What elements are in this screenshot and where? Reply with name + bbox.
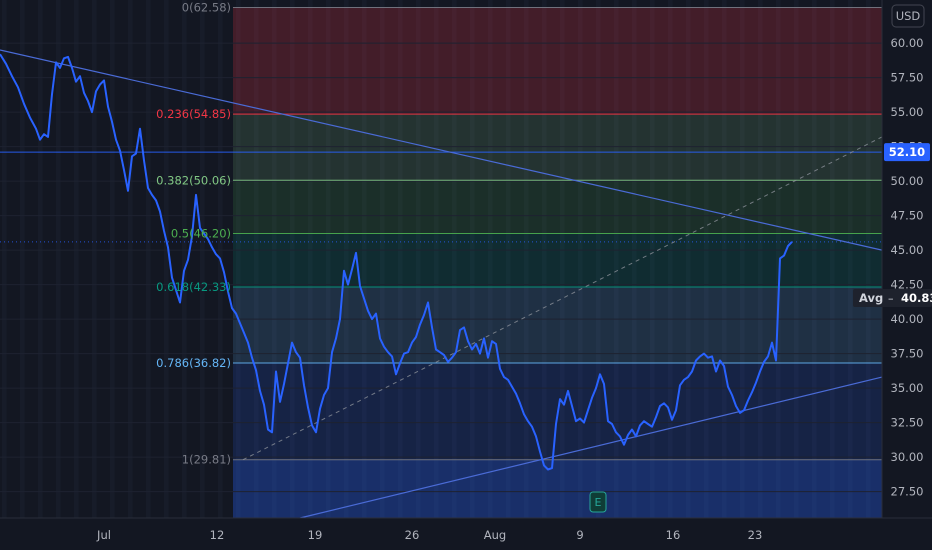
- x-tick-label: 23: [748, 528, 763, 542]
- y-tick-label: 27.50: [891, 485, 924, 499]
- avg-price-badge: Avg – 40.83: [853, 288, 932, 307]
- y-tick-label: 35.00: [891, 381, 924, 395]
- y-tick-label: 50.00: [891, 174, 924, 188]
- fib-zone: [233, 286, 882, 363]
- current-price-value: 52.10: [889, 145, 925, 159]
- time-axis-background: [0, 518, 932, 550]
- x-tick-label: 12: [210, 528, 225, 542]
- x-tick-label: 26: [405, 528, 420, 542]
- x-tick-label: 16: [666, 528, 681, 542]
- chart-container[interactable]: 0(62.58) 0.236(54.85) 0.382(50.06) 0.5(46.2…: [0, 0, 932, 550]
- fib-label: 0.5(46.20): [171, 227, 231, 241]
- fib-label: 0.382(50.06): [156, 173, 231, 187]
- current-price-badge: 52.10: [884, 143, 930, 162]
- avg-label: Avg: [859, 291, 883, 305]
- avg-value: 40.83: [901, 291, 932, 305]
- earnings-marker[interactable]: E: [589, 491, 607, 513]
- price-chart[interactable]: 0(62.58) 0.236(54.85) 0.382(50.06) 0.5(46.2…: [0, 0, 932, 550]
- fib-zone: [233, 180, 882, 234]
- x-tick-label: 19: [308, 528, 323, 542]
- y-tick-label: 60.00: [891, 36, 924, 50]
- x-tick-label: 9: [576, 528, 583, 542]
- currency-label: USD: [896, 9, 921, 23]
- fib-label: 0.618(42.33): [156, 280, 231, 294]
- earnings-marker-label: E: [595, 496, 602, 509]
- fib-zones: [233, 7, 882, 518]
- y-tick-label: 45.00: [891, 243, 924, 257]
- fib-zone: [233, 7, 882, 115]
- currency-badge[interactable]: USD: [891, 4, 925, 28]
- x-tick-label: Jul: [96, 528, 111, 542]
- fib-label: 0.786(36.82): [156, 356, 231, 370]
- fib-label: 0.236(54.85): [156, 107, 231, 121]
- y-tick-label: 57.50: [891, 71, 924, 85]
- avg-dash: –: [888, 292, 894, 305]
- y-tick-label: 47.50: [891, 209, 924, 223]
- y-tick-label: 32.50: [891, 416, 924, 430]
- y-tick-label: 37.50: [891, 347, 924, 361]
- fib-zone-below: [233, 459, 882, 518]
- x-tick-label: Aug: [484, 528, 506, 542]
- y-tick-label: 30.00: [891, 450, 924, 464]
- fib-label: 1(29.81): [182, 453, 231, 467]
- fib-label: 0(62.58): [182, 1, 231, 15]
- fib-zone: [233, 114, 882, 181]
- y-tick-label: 55.00: [891, 105, 924, 119]
- y-tick-label: 40.00: [891, 312, 924, 326]
